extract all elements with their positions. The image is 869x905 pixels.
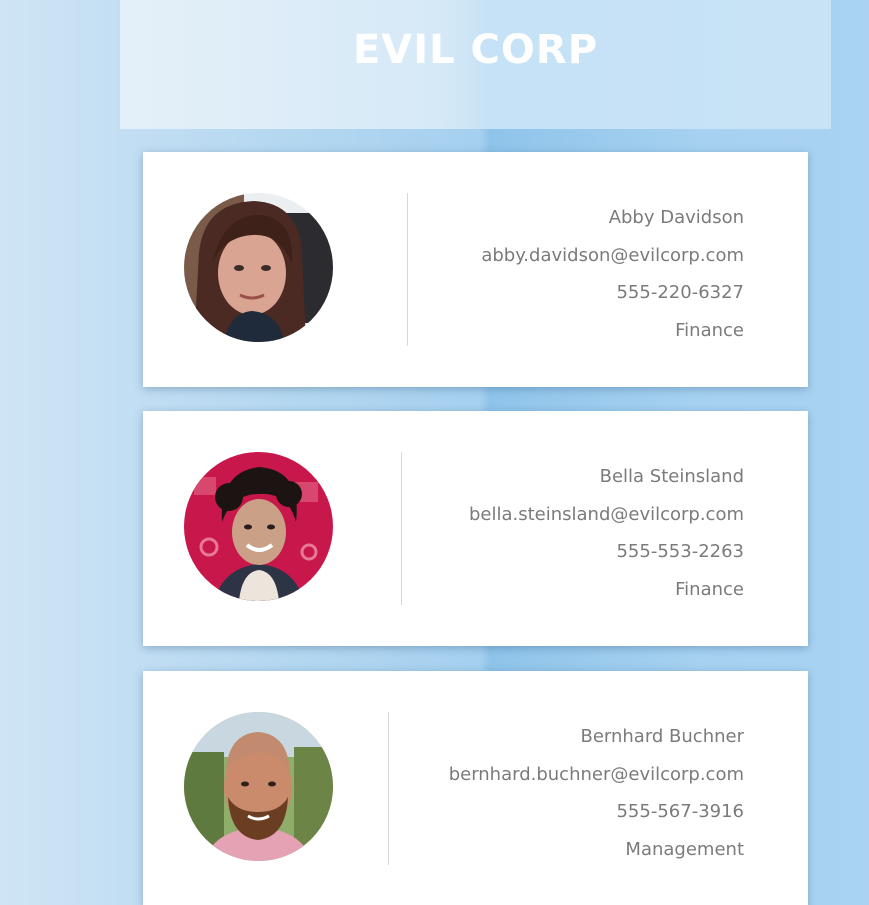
employee-department: Finance [675, 320, 744, 342]
employee-phone[interactable]: 555-553-2263 [469, 533, 744, 571]
card-divider [401, 452, 402, 605]
employee-card[interactable]: Abby Davidson abby.davidson@evilcorp.com… [143, 152, 808, 387]
employee-card[interactable]: Bella Steinsland bella.steinsland@evilco… [143, 411, 808, 646]
employee-department: Finance [675, 579, 744, 601]
avatar [184, 712, 333, 861]
header-banner: EVIL CORP [120, 0, 831, 129]
employee-info: Abby Davidson abby.davidson@evilcorp.com… [481, 199, 744, 350]
employee-department: Management [625, 839, 744, 861]
employee-phone[interactable]: 555-220-6327 [481, 274, 744, 312]
employee-email[interactable]: bella.steinsland@evilcorp.com [469, 496, 744, 534]
company-title: EVIL CORP [352, 26, 599, 73]
employee-name: Bella Steinsland [599, 466, 744, 487]
employee-phone[interactable]: 555-567-3916 [449, 793, 744, 831]
card-divider [407, 193, 408, 346]
employee-name: Bernhard Buchner [580, 726, 744, 747]
employee-email[interactable]: abby.davidson@evilcorp.com [481, 237, 744, 275]
employee-email[interactable]: bernhard.buchner@evilcorp.com [449, 756, 744, 794]
employee-card[interactable]: Bernhard Buchner bernhard.buchner@evilco… [143, 671, 808, 905]
avatar [184, 452, 333, 601]
avatar [184, 193, 333, 342]
employee-info: Bella Steinsland bella.steinsland@evilco… [469, 458, 744, 609]
employee-name: Abby Davidson [608, 207, 744, 228]
card-divider [388, 712, 389, 865]
employee-info: Bernhard Buchner bernhard.buchner@evilco… [449, 718, 744, 869]
